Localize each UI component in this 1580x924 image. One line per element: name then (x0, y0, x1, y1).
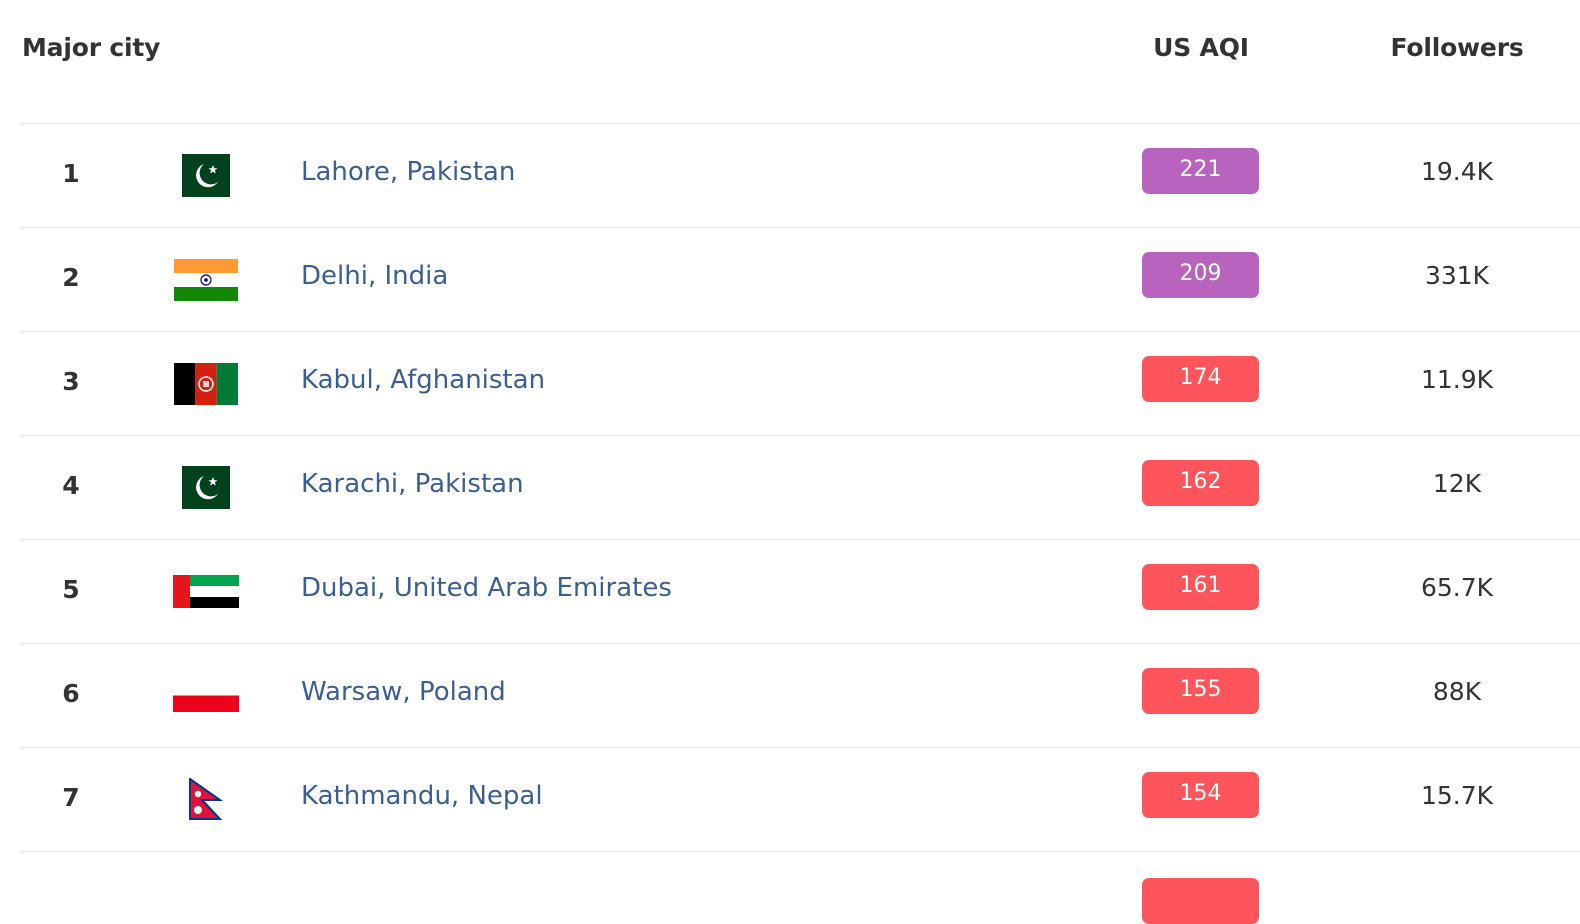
afghanistan-flag-icon (173, 362, 239, 405)
followers-count: 65.7K (1420, 573, 1494, 602)
table-row[interactable]: 7 Kathmandu, Nepal 154 15.7K (21, 748, 1580, 852)
rank-number: 1 (62, 159, 80, 188)
followers-count: 88K (1432, 677, 1482, 706)
city-ranking-table: Major city US AQI Followers 1 Lahore, Pak… (21, 0, 1580, 852)
rank-number: 7 (62, 783, 80, 812)
aqi-badge: 162 (1142, 460, 1259, 506)
aqi-badge: 174 (1142, 356, 1259, 402)
pakistan-flag-icon (173, 154, 239, 197)
followers-count: 15.7K (1420, 781, 1494, 810)
table-row[interactable]: 4 Karachi, Pakistan 162 12K (21, 436, 1580, 540)
table-row-partial (21, 852, 1580, 924)
city-link[interactable]: Warsaw, Poland (301, 677, 506, 707)
table-header: Major city US AQI Followers (21, 0, 1580, 124)
rank-number: 6 (62, 679, 80, 708)
table-row[interactable]: 5 Dubai, United Arab Emirates 161 65.7K (21, 540, 1580, 644)
uae-flag-icon (173, 570, 239, 613)
aqi-badge: 161 (1142, 564, 1259, 610)
india-flag-icon (173, 258, 239, 301)
rank-number: 5 (62, 575, 80, 604)
rank-number: 4 (62, 471, 80, 500)
aqi-badge: 221 (1142, 148, 1259, 194)
aqi-badge: 209 (1142, 252, 1259, 298)
rank-number: 2 (62, 263, 80, 292)
table-row[interactable]: 6 Warsaw, Poland 155 88K (21, 644, 1580, 748)
column-header-us-aqi[interactable]: US AQI (1101, 33, 1301, 62)
city-link[interactable]: Dubai, United Arab Emirates (301, 573, 672, 603)
column-header-followers[interactable]: Followers (1357, 33, 1557, 62)
nepal-flag-icon (173, 778, 239, 821)
city-link[interactable]: Kathmandu, Nepal (301, 781, 543, 811)
city-link[interactable]: Delhi, India (301, 261, 448, 291)
city-link[interactable]: Kabul, Afghanistan (301, 365, 545, 395)
aqi-badge: 154 (1142, 772, 1259, 818)
city-link[interactable]: Karachi, Pakistan (301, 469, 524, 499)
poland-flag-icon (173, 674, 239, 717)
column-header-major-city[interactable]: Major city (22, 33, 160, 62)
city-link[interactable]: Lahore, Pakistan (301, 157, 515, 187)
followers-count: 12K (1432, 469, 1482, 498)
followers-count: 11.9K (1420, 365, 1494, 394)
followers-count: 19.4K (1420, 157, 1494, 186)
followers-count: 331K (1424, 261, 1490, 290)
table-row[interactable]: 2 Delhi, India 209 331K (21, 228, 1580, 332)
rank-number: 3 (62, 367, 80, 396)
table-row[interactable]: 3 Kabul, Afghanistan 174 11.9K (21, 332, 1580, 436)
pakistan-flag-icon (173, 466, 239, 509)
table-row[interactable]: 1 Lahore, Pakistan 221 19.4K (21, 124, 1580, 228)
aqi-badge-partial (1142, 878, 1259, 924)
aqi-badge: 155 (1142, 668, 1259, 714)
